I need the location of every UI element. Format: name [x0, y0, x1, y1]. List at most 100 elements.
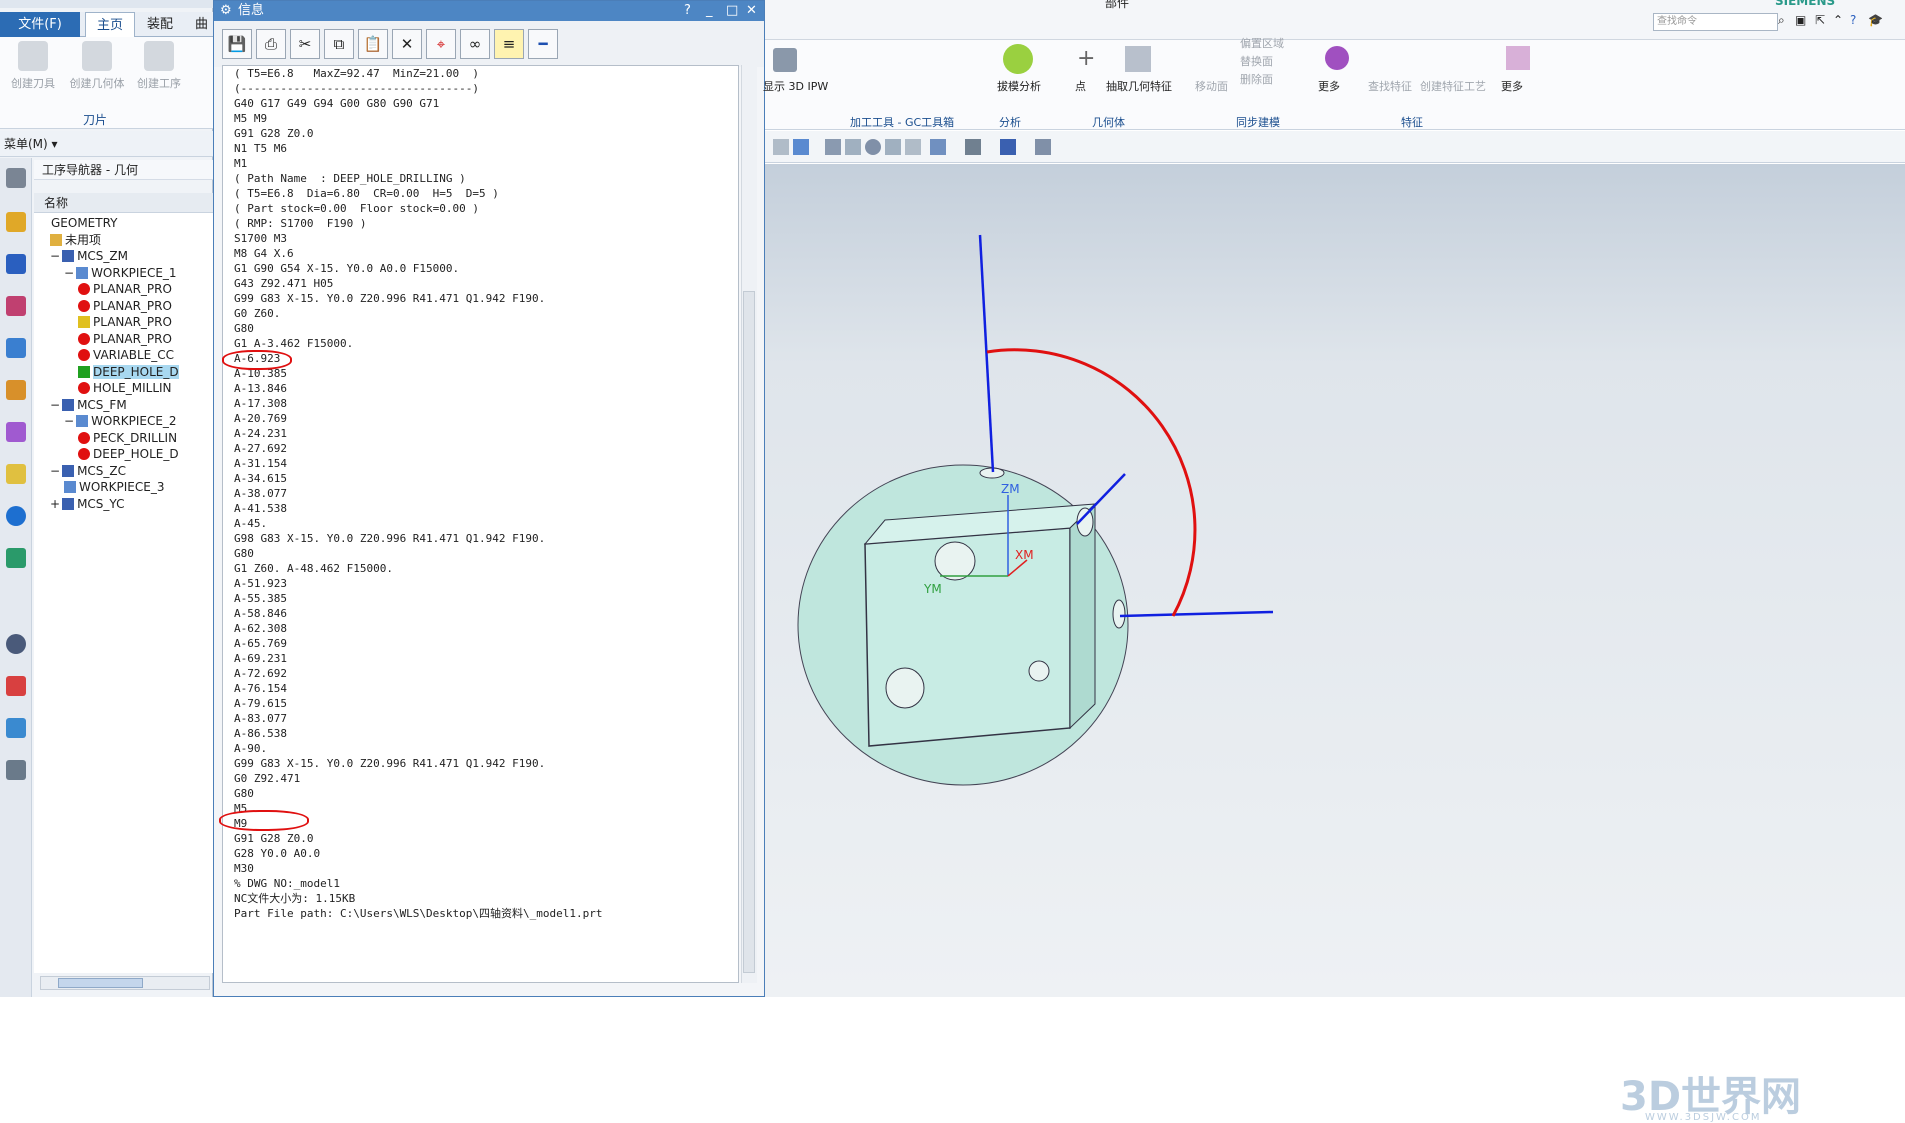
maximize-button[interactable]: □	[726, 1, 738, 21]
save-icon[interactable]: 💾	[222, 29, 252, 59]
nc-code-line: ( T5=E6.8 MaxZ=92.47 MinZ=21.00 )	[234, 67, 480, 80]
menu-button[interactable]: 菜单(M) ▾	[4, 135, 58, 152]
minus-icon[interactable]: ━	[528, 29, 558, 59]
extract-geometry-button[interactable]: 抽取几何特征	[1106, 78, 1172, 94]
part-name: 部件	[1105, 0, 1130, 10]
render-icon[interactable]	[965, 139, 981, 155]
find-feature-button[interactable]: 查找特征	[1368, 78, 1412, 94]
move-face-button[interactable]: 移动面	[1195, 78, 1228, 94]
expand-toggle-icon[interactable]: −	[50, 398, 60, 412]
error-planar-icon	[78, 283, 90, 295]
tree-row-label: DEEP_HOLE_D	[93, 447, 179, 461]
expand-toggle-icon[interactable]: −	[50, 464, 60, 478]
binoculars-icon[interactable]: ∞	[460, 29, 490, 59]
shaded-icon[interactable]	[793, 139, 809, 155]
command-search-input[interactable]: 查找命令	[1653, 13, 1778, 31]
collapse-icon[interactable]: ⌃	[1833, 13, 1843, 27]
expand-toggle-icon[interactable]: +	[50, 497, 60, 511]
word-wrap-icon[interactable]: ≡	[494, 29, 524, 59]
fit-icon[interactable]	[825, 139, 841, 155]
group-label-analysis: 分析	[999, 116, 1021, 129]
find-icon[interactable]: ⌖	[426, 29, 456, 59]
tool-icon	[18, 41, 48, 71]
minimize-button[interactable]: _	[706, 1, 713, 21]
create-geometry-button[interactable]: 创建几何体	[66, 41, 128, 91]
orient-icon[interactable]	[930, 139, 946, 155]
ribbon-home: 创建刀具 创建几何体 创建工序 刀片	[0, 37, 213, 129]
arrow-icon[interactable]: ⇱	[1815, 13, 1825, 27]
constraint-nav-icon[interactable]	[6, 254, 26, 274]
cut-icon[interactable]: ✂	[290, 29, 320, 59]
help-button[interactable]: ?	[684, 1, 691, 21]
help-icon[interactable]: ?	[1850, 13, 1856, 27]
nc-code-line: A-83.077	[234, 712, 287, 725]
library-icon[interactable]	[6, 464, 26, 484]
more-button[interactable]: 更多	[1501, 78, 1523, 94]
column-header-name[interactable]: 名称	[34, 193, 213, 213]
replace-face-button[interactable]: 替换面	[1240, 53, 1273, 69]
nc-code-line: G98 G83 X-15. Y0.0 Z20.996 R41.471 Q1.94…	[234, 532, 546, 545]
nc-code-line: M8 G4 X.6	[234, 247, 294, 260]
assembly-nav-icon[interactable]	[6, 212, 26, 232]
nc-code-line: A-90.	[234, 742, 268, 755]
view-icon[interactable]	[773, 139, 789, 155]
paste-icon[interactable]: 📋	[358, 29, 388, 59]
reuse-library-icon[interactable]	[6, 422, 26, 442]
nc-code-line: G1 G90 G54 X-15. Y0.0 A0.0 F15000.	[234, 262, 460, 275]
color-palette-icon[interactable]	[6, 676, 26, 696]
copy-icon[interactable]: ⧉	[324, 29, 354, 59]
print-icon[interactable]: ⎙	[256, 29, 286, 59]
expand-toggle-icon[interactable]: −	[64, 414, 74, 428]
dialog-titlebar[interactable]: 信息 ⚙ ? _ □ ✕	[214, 1, 764, 21]
section-icon[interactable]	[1035, 139, 1051, 155]
roles-icon[interactable]	[6, 760, 26, 780]
delete-icon[interactable]: ✕	[392, 29, 422, 59]
tab-file[interactable]: 文件(F)	[0, 12, 80, 37]
rotate-icon[interactable]	[865, 139, 881, 155]
clock-icon[interactable]	[6, 634, 26, 654]
zoom-icon[interactable]	[845, 139, 861, 155]
show-3d-ipw-button[interactable]: 显示 3D IPW	[763, 78, 828, 94]
more-button[interactable]: 更多	[1318, 78, 1340, 94]
create-tool-button[interactable]: 创建刀具	[2, 41, 64, 91]
close-button[interactable]: ✕	[746, 1, 757, 21]
tab-home[interactable]: 主页	[85, 12, 135, 37]
workpiece-icon	[64, 481, 76, 493]
workpiece-icon	[76, 266, 89, 279]
tab-assembly[interactable]: 装配	[140, 12, 180, 37]
expand-toggle-icon[interactable]: −	[50, 249, 60, 263]
cube-icon[interactable]	[1000, 139, 1016, 155]
create-operation-button[interactable]: 创建工序	[128, 41, 190, 91]
gear-icon[interactable]	[6, 168, 26, 188]
part-nav-icon[interactable]	[6, 296, 26, 316]
tab-curve[interactable]: 曲	[190, 12, 213, 37]
process-studio-icon[interactable]	[6, 718, 26, 738]
feature-icon	[1506, 46, 1530, 70]
offset-region-button[interactable]: 偏置区域	[1240, 35, 1284, 51]
web-browser-icon[interactable]	[6, 506, 26, 526]
scrollbar-thumb[interactable]	[58, 978, 143, 988]
history-icon[interactable]	[6, 548, 26, 568]
tree-row-label: HOLE_MILLIN	[93, 381, 172, 395]
3d-viewport[interactable]: ZM XM YM 3D世界网 WWW.3DSJW.COM	[765, 164, 1905, 1123]
nc-code-line: A-69.231	[234, 652, 287, 665]
nc-code-line: A-72.692	[234, 667, 287, 680]
layers-icon[interactable]	[905, 139, 921, 155]
machine-nav-icon[interactable]	[6, 380, 26, 400]
info-text-area[interactable]: ( T5=E6.8 MaxZ=92.47 MinZ=21.00 ) (------…	[222, 65, 739, 983]
pan-icon[interactable]	[885, 139, 901, 155]
nc-code-line: A-24.231	[234, 427, 287, 440]
tree-row[interactable]: + MCS_YC	[34, 494, 213, 514]
point-button[interactable]: 点	[1075, 78, 1086, 94]
window-icon[interactable]: ▣	[1795, 13, 1806, 27]
draft-analysis-button[interactable]: 拔模分析	[997, 78, 1041, 94]
education-icon[interactable]: 🎓	[1868, 13, 1883, 27]
operation-nav-icon[interactable]	[6, 338, 26, 358]
delete-face-button[interactable]: 删除面	[1240, 71, 1273, 87]
search-icon[interactable]: ⌕	[1778, 13, 1785, 28]
expand-toggle-icon[interactable]: −	[64, 266, 74, 280]
create-feature-process-button[interactable]: 创建特征工艺	[1420, 78, 1486, 94]
geometry-icon	[82, 41, 112, 71]
nc-code-line: G43 Z92.471 H05	[234, 277, 334, 290]
scrollbar-thumb[interactable]	[743, 291, 755, 973]
